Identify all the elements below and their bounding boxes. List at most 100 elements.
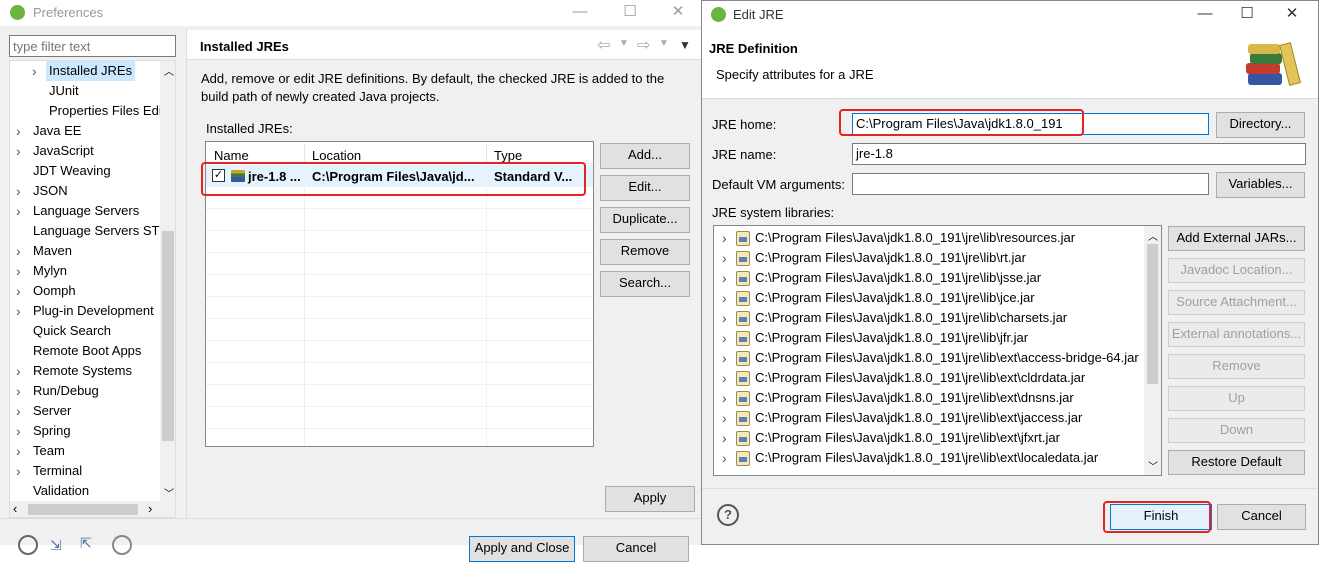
tree-item[interactable]: › Remote Systems — [10, 361, 160, 381]
tree-horizontal-scrollbar[interactable]: ‹ › — [10, 501, 175, 517]
search-button[interactable]: Search... — [600, 271, 690, 297]
tree-item[interactable]: › Installed JREs — [10, 61, 160, 81]
col-location-header[interactable]: Location — [312, 148, 361, 163]
library-item[interactable]: › C:\Program Files\Java\jdk1.8.0_191\jre\… — [714, 428, 1144, 448]
tree-item[interactable]: › Oomph — [10, 281, 160, 301]
maximize-icon[interactable]: ☐ — [1237, 5, 1257, 23]
chevron-right-icon[interactable]: › — [16, 281, 21, 301]
back-menu-icon[interactable]: ▼ — [619, 38, 629, 49]
chevron-right-icon[interactable]: › — [16, 381, 21, 401]
directory-button[interactable]: Directory... — [1216, 112, 1305, 138]
scroll-thumb[interactable] — [162, 231, 174, 441]
chevron-right-icon[interactable]: › — [722, 268, 727, 288]
apply-and-close-button[interactable]: Apply and Close — [469, 536, 575, 562]
scroll-up-icon[interactable]: ︿ — [1148, 228, 1158, 243]
forward-icon[interactable]: ⇨ — [637, 35, 650, 55]
filter-input[interactable] — [9, 35, 176, 57]
tree-item[interactable]: › Mylyn — [10, 261, 160, 281]
chevron-right-icon[interactable]: › — [16, 181, 21, 201]
help-icon[interactable] — [18, 535, 38, 555]
scroll-down-icon[interactable]: ﹀ — [1148, 458, 1158, 473]
chevron-right-icon[interactable]: › — [722, 348, 727, 368]
jre-checkbox[interactable]: ✓ — [212, 169, 225, 182]
library-item[interactable]: › C:\Program Files\Java\jdk1.8.0_191\jre\… — [714, 448, 1144, 468]
tree-item[interactable]: › Terminal — [10, 461, 160, 481]
library-item[interactable]: › C:\Program Files\Java\jdk1.8.0_191\jre\… — [714, 408, 1144, 428]
library-item[interactable]: › C:\Program Files\Java\jdk1.8.0_191\jre\… — [714, 288, 1144, 308]
library-item[interactable]: › C:\Program Files\Java\jdk1.8.0_191\jre\… — [714, 308, 1144, 328]
tree-item[interactable]: Properties Files Edi — [10, 101, 162, 121]
tree-item[interactable]: › Server — [10, 401, 160, 421]
tree-item[interactable]: JUnit — [10, 81, 160, 101]
variables-button[interactable]: Variables... — [1216, 172, 1305, 198]
maximize-icon[interactable]: ☐ — [620, 3, 640, 21]
chevron-right-icon[interactable]: › — [16, 441, 21, 461]
preferences-cancel-button[interactable]: Cancel — [583, 536, 689, 562]
chevron-right-icon[interactable]: › — [722, 228, 727, 248]
vm-args-input[interactable] — [852, 173, 1209, 195]
tree-item[interactable]: › Language Servers — [10, 201, 160, 221]
tree-item[interactable]: › Team — [10, 441, 160, 461]
minimize-icon[interactable]: — — [1195, 5, 1215, 23]
tree-item[interactable]: Remote Boot Apps — [10, 341, 160, 361]
edit-button[interactable]: Edit... — [600, 175, 690, 201]
close-icon[interactable]: ✕ — [1282, 5, 1302, 23]
library-item[interactable]: › C:\Program Files\Java\jdk1.8.0_191\jre\… — [714, 228, 1144, 248]
chevron-right-icon[interactable]: › — [16, 421, 21, 441]
tree-item[interactable]: › Run/Debug — [10, 381, 160, 401]
settings-icon[interactable] — [112, 535, 132, 555]
scroll-down-icon[interactable]: ﹀ — [164, 485, 174, 500]
remove-button[interactable]: Remove — [600, 239, 690, 265]
chevron-right-icon[interactable]: › — [722, 288, 727, 308]
chevron-right-icon[interactable]: › — [16, 241, 21, 261]
tree-vertical-scrollbar[interactable]: ︿ ﹀ — [160, 61, 175, 501]
libraries-scrollbar[interactable]: ︿ ﹀ — [1144, 226, 1161, 475]
chevron-right-icon[interactable]: › — [16, 301, 21, 321]
chevron-right-icon[interactable]: › — [722, 308, 727, 328]
chevron-right-icon[interactable]: › — [16, 461, 21, 481]
tree-item[interactable]: › Java EE — [10, 121, 160, 141]
jre-home-input[interactable]: C:\Program Files\Java\jdk1.8.0_191 — [852, 113, 1209, 135]
finish-button[interactable]: Finish — [1110, 504, 1212, 530]
javadoc-location-button[interactable]: Javadoc Location... — [1168, 258, 1305, 283]
chevron-right-icon[interactable]: › — [722, 448, 727, 468]
chevron-right-icon[interactable]: › — [722, 368, 727, 388]
import-icon[interactable]: ⇲ — [50, 537, 62, 554]
source-attachment-button[interactable]: Source Attachment... — [1168, 290, 1305, 315]
chevron-right-icon[interactable]: › — [722, 328, 727, 348]
chevron-right-icon[interactable]: › — [32, 61, 37, 81]
tree-item[interactable]: Language Servers STS — [10, 221, 168, 241]
apply-button[interactable]: Apply — [605, 486, 695, 512]
scroll-left-icon[interactable]: ‹ — [13, 501, 17, 516]
chevron-right-icon[interactable]: › — [16, 361, 21, 381]
chevron-right-icon[interactable]: › — [722, 248, 727, 268]
chevron-right-icon[interactable]: › — [722, 428, 727, 448]
back-icon[interactable]: ⇦ — [597, 35, 610, 55]
scroll-thumb[interactable] — [1147, 244, 1158, 384]
scroll-up-icon[interactable]: ︿ — [164, 63, 174, 78]
chevron-right-icon[interactable]: › — [16, 261, 21, 281]
library-item[interactable]: › C:\Program Files\Java\jdk1.8.0_191\jre\… — [714, 248, 1144, 268]
library-item[interactable]: › C:\Program Files\Java\jdk1.8.0_191\jre\… — [714, 348, 1144, 368]
lib-remove-button[interactable]: Remove — [1168, 354, 1305, 379]
col-type-header[interactable]: Type — [494, 148, 522, 163]
external-annotations-button[interactable]: External annotations... — [1168, 322, 1305, 347]
jre-name-input[interactable]: jre-1.8 — [852, 143, 1306, 165]
tree-item[interactable]: › Plug-in Development — [10, 301, 160, 321]
tree-item[interactable]: › Maven — [10, 241, 160, 261]
add-button[interactable]: Add... — [600, 143, 690, 169]
chevron-right-icon[interactable]: › — [722, 388, 727, 408]
chevron-right-icon[interactable]: › — [16, 401, 21, 421]
export-icon[interactable]: ⇱ — [80, 535, 92, 552]
chevron-right-icon[interactable]: › — [16, 141, 21, 161]
close-icon[interactable]: ✕ — [668, 3, 688, 21]
scroll-right-icon[interactable]: › — [148, 501, 152, 516]
forward-menu-icon[interactable]: ▼ — [659, 38, 669, 49]
library-item[interactable]: › C:\Program Files\Java\jdk1.8.0_191\jre\… — [714, 268, 1144, 288]
col-name-header[interactable]: Name — [214, 148, 249, 163]
add-external-jars-button[interactable]: Add External JARs... — [1168, 226, 1305, 251]
up-button[interactable]: Up — [1168, 386, 1305, 411]
tree-item[interactable]: Validation — [10, 481, 160, 501]
tree-item[interactable]: › Spring — [10, 421, 160, 441]
minimize-icon[interactable]: — — [570, 3, 590, 21]
